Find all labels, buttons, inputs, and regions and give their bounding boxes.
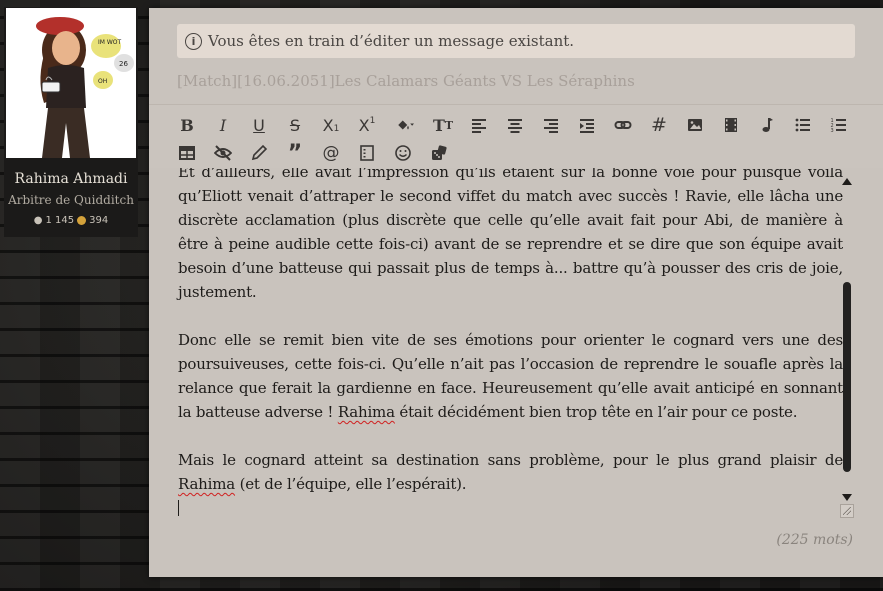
- message-textarea[interactable]: Et d’ailleurs, elle avait l’impression q…: [149, 168, 883, 538]
- toolbar-row-2: ” @: [169, 139, 883, 167]
- scroll-down-arrow[interactable]: [842, 494, 852, 501]
- user-name[interactable]: Rahima Ahmadi: [4, 171, 138, 187]
- color-fill-icon[interactable]: [385, 112, 425, 138]
- bubble-text-3: OH: [98, 78, 107, 85]
- title-input[interactable]: [Match][16.06.2051]Les Calamars Géants V…: [177, 72, 855, 94]
- paragraph-3-text: Mais le cognard atteint sa destination s…: [178, 451, 843, 469]
- table-icon[interactable]: [169, 140, 205, 166]
- user-stats: ● 1 145 394: [4, 215, 138, 226]
- paragraph-2-tail: était décidément bien trop tête en l’air…: [394, 403, 798, 421]
- user-role: Arbitre de Quidditch: [8, 193, 134, 207]
- scroll-up-arrow[interactable]: [842, 178, 852, 185]
- align-right-icon[interactable]: [533, 112, 569, 138]
- bold-icon[interactable]: B: [169, 112, 205, 138]
- hashtag-icon[interactable]: #: [641, 112, 677, 138]
- italic-icon[interactable]: I: [205, 112, 241, 138]
- text-caret: [178, 500, 179, 516]
- toolbar-row-1: B I U S X1 X1 TT # 1 2 3: [169, 111, 883, 139]
- pencil-icon[interactable]: [241, 140, 277, 166]
- avatar[interactable]: IM WOT 26 OH: [6, 8, 136, 158]
- svg-text:3: 3: [831, 128, 834, 134]
- paragraph-2: Donc elle se remit bien vite de ses émot…: [178, 328, 843, 424]
- message-editor: i Vous êtes en train d’éditer un message…: [149, 8, 883, 577]
- hide-icon[interactable]: [205, 140, 241, 166]
- message-body[interactable]: Et d’ailleurs, elle avait l’impression q…: [178, 168, 843, 520]
- mention-icon[interactable]: @: [313, 140, 349, 166]
- post-count: 1 145: [45, 215, 75, 226]
- paragraph-3: Mais le cognard atteint sa destination s…: [178, 448, 843, 496]
- edit-notice-text: Vous êtes en train d’éditer un message e…: [208, 32, 575, 50]
- word-count: (225 mots): [776, 532, 853, 548]
- strikethrough-icon[interactable]: S: [277, 112, 313, 138]
- coin-icon: [77, 216, 87, 225]
- emoji-icon[interactable]: [385, 140, 421, 166]
- indent-icon[interactable]: [569, 112, 605, 138]
- dice-icon[interactable]: [421, 140, 457, 166]
- image-icon[interactable]: [677, 112, 713, 138]
- info-icon: i: [185, 32, 202, 50]
- paragraph-3-tail: (et de l’équipe, elle l’espérait).: [235, 475, 467, 493]
- link-icon[interactable]: [605, 112, 641, 138]
- bullet-list-icon[interactable]: [785, 112, 821, 138]
- quote-icon[interactable]: ”: [277, 140, 313, 166]
- edit-notice: i Vous êtes en train d’éditer un message…: [177, 24, 855, 58]
- coin-count: 394: [89, 215, 109, 226]
- resize-handle[interactable]: [840, 504, 854, 518]
- bubble-text-1: IM WOT: [98, 39, 122, 46]
- subscript-icon[interactable]: X1: [313, 112, 349, 138]
- font-size-icon[interactable]: TT: [425, 112, 461, 138]
- code-block-icon[interactable]: [349, 140, 385, 166]
- spellcheck-word[interactable]: Rahima: [338, 403, 395, 421]
- bubble-text-2: 26: [119, 60, 128, 68]
- underline-icon[interactable]: U: [241, 112, 277, 138]
- align-left-icon[interactable]: [461, 112, 497, 138]
- spellcheck-word[interactable]: Rahima: [178, 475, 235, 493]
- video-icon[interactable]: [713, 112, 749, 138]
- superscript-icon[interactable]: X1: [349, 112, 385, 138]
- formatting-toolbar: B I U S X1 X1 TT # 1 2 3 ” @: [149, 104, 883, 168]
- paragraph-1: Et d’ailleurs, elle avait l’impression q…: [178, 168, 843, 301]
- numbered-list-icon[interactable]: 123: [821, 112, 857, 138]
- user-profile-card: IM WOT 26 OH Rahima Ahmadi Arbitre de Qu…: [4, 7, 138, 237]
- music-icon[interactable]: [749, 112, 785, 138]
- scrollbar-thumb[interactable]: [843, 282, 851, 472]
- align-center-icon[interactable]: [497, 112, 533, 138]
- comment-icon: ●: [33, 215, 43, 226]
